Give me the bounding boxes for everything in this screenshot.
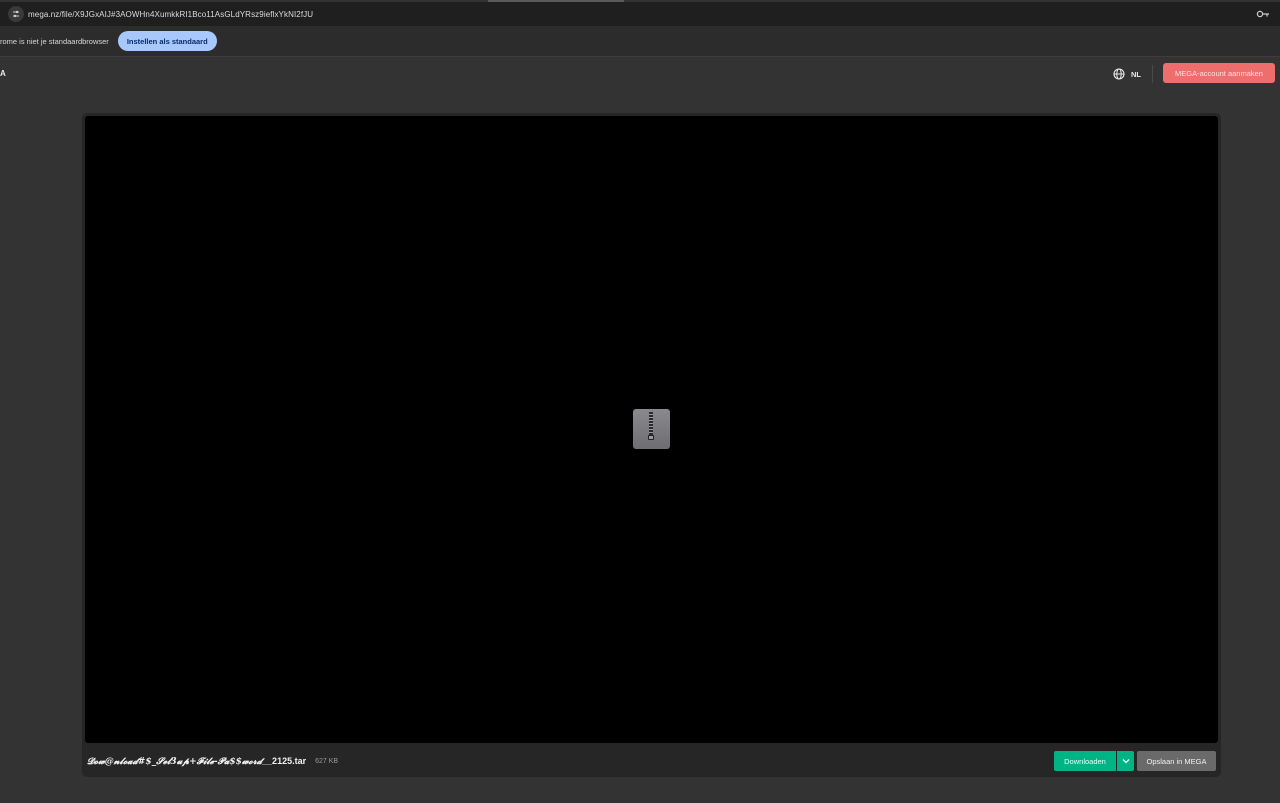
file-name-styled: 𝓓𝓸𝔀@𝓷𝓵𝓸𝓪𝓭#$_𝓢𝓮𝓽3𝓾𝓹+𝓕𝓲𝓵𝓮-𝓟𝓪$$𝔀𝓸𝓻𝓭: [87, 756, 263, 767]
download-options-button[interactable]: [1117, 751, 1134, 771]
address-bar[interactable]: mega.nz/file/X9JGxAIJ#3AOWHn4XumkkRI1Bco…: [0, 2, 1280, 26]
zipper-pull: [648, 435, 654, 440]
globe-icon: [1113, 68, 1125, 80]
password-key-icon[interactable]: [1256, 8, 1270, 20]
site-info-icon[interactable]: [8, 6, 24, 22]
language-selector[interactable]: NL: [1113, 66, 1141, 82]
save-in-mega-button[interactable]: Opslaan in MEGA: [1137, 751, 1216, 771]
zip-archive-icon: [633, 409, 670, 449]
url-text[interactable]: mega.nz/file/X9JGxAIJ#3AOWHn4XumkkRI1Bco…: [28, 10, 313, 19]
infobar-message: rome is niet je standaardbrowser: [0, 36, 109, 46]
set-default-button[interactable]: Instellen als standaard: [117, 31, 217, 51]
mega-header: A NL MEGA-account aanmaken: [0, 58, 1280, 90]
chevron-down-icon: [1122, 759, 1129, 764]
file-name: 𝓓𝓸𝔀@𝓷𝓵𝓸𝓪𝓭#$_𝓢𝓮𝓽3𝓾𝓹+𝓕𝓲𝓵𝓮-𝓟𝓪$$𝔀𝓸𝓻𝓭__2125.t…: [87, 756, 306, 767]
create-account-button[interactable]: MEGA-account aanmaken: [1163, 63, 1275, 83]
file-info-bar: 𝓓𝓸𝔀@𝓷𝓵𝓸𝓪𝓭#$_𝓢𝓮𝓽3𝓾𝓹+𝓕𝓲𝓵𝓮-𝓟𝓪$$𝔀𝓸𝓻𝓭__2125.t…: [85, 746, 1218, 776]
file-name-suffix: __2125.tar: [262, 755, 307, 766]
download-button-group: Downloaden: [1054, 751, 1134, 771]
file-size: 627 KB: [315, 757, 339, 765]
language-label: NL: [1131, 69, 1141, 79]
zipper-stripe: [649, 412, 653, 436]
mega-logo[interactable]: A: [0, 69, 6, 78]
default-browser-infobar: rome is niet je standaardbrowser Instell…: [0, 26, 1280, 57]
header-divider: [1152, 65, 1153, 83]
download-button[interactable]: Downloaden: [1054, 751, 1116, 771]
